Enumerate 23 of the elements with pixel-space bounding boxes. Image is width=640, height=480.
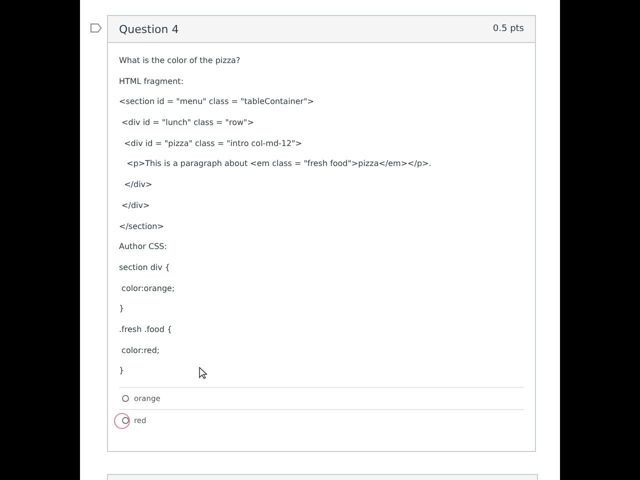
question-text: }: [119, 304, 124, 314]
points-label: 0.5 pts: [492, 24, 524, 34]
bookmark-icon[interactable]: [90, 23, 102, 33]
question-text: color:orange;: [120, 284, 175, 293]
question-text: section div {: [119, 262, 170, 272]
question-text: </div>: [123, 180, 152, 190]
question-text: </section>: [119, 222, 164, 230]
question-text: <div id = "pizza" class = "intro col-md-12">: [123, 138, 302, 148]
click-ring-icon: [114, 413, 130, 429]
radio-button[interactable]: [122, 417, 129, 424]
question-text: }: [119, 366, 124, 376]
question-text: <section id = "menu" class = "tableContainer">: [119, 97, 314, 106]
question-text: .fresh .food {: [119, 324, 172, 334]
question-text: Author CSS:: [119, 242, 167, 252]
question-text: </div>: [120, 200, 150, 210]
radio-button[interactable]: [122, 395, 129, 402]
question-title: Question 4: [119, 22, 179, 36]
question-text: <p>This is a paragraph about <em class = "fresh food">pizza</em></p>.: [126, 159, 432, 168]
question-text: HTML fragment:: [119, 76, 184, 86]
question-text: <div id = "lunch" class = "row">: [120, 118, 254, 128]
question-text: color:red;: [120, 346, 160, 355]
question-text: What is the color of the pizza?: [119, 56, 240, 65]
mouse-cursor-icon: [199, 367, 207, 379]
